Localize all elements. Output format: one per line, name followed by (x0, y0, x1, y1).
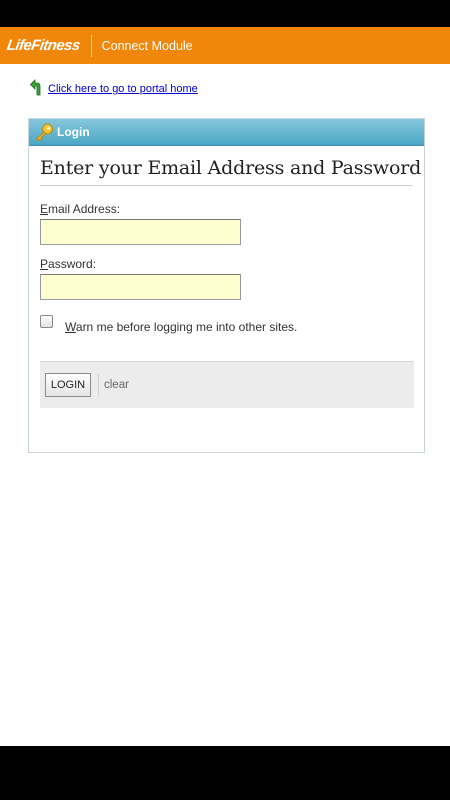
password-field[interactable] (40, 274, 241, 300)
back-arrow-icon (30, 79, 41, 96)
portal-link-row: Click here to go to portal home (30, 78, 198, 96)
button-bar: LOGIN clear (40, 361, 414, 408)
warn-checkbox[interactable] (40, 315, 53, 328)
heading-divider (40, 185, 413, 186)
email-label: Email Address: (40, 202, 120, 216)
login-button[interactable]: LOGIN (45, 373, 91, 397)
status-bar (0, 0, 450, 27)
button-separator (98, 374, 99, 396)
form-heading: Enter your Email Address and Password (40, 157, 422, 179)
password-label-accesskey: P (40, 257, 49, 271)
password-label-text: assword: (48, 257, 97, 271)
key-icon (35, 123, 53, 141)
brand-logo: LifeFitness (5, 37, 81, 54)
warn-checkbox-label: Warn me before logging me into other sit… (65, 320, 297, 334)
login-panel: Login Enter your Email Address and Passw… (28, 118, 425, 453)
warn-label-text: arn me before logging me into other site… (75, 320, 298, 334)
app-header: LifeFitness Connect Module (0, 27, 450, 64)
portal-home-link[interactable]: Click here to go to portal home (48, 83, 198, 96)
email-field[interactable] (40, 219, 241, 245)
header-divider (90, 34, 92, 57)
clear-button[interactable]: clear (104, 379, 129, 391)
password-label: Password: (40, 257, 96, 271)
email-label-accesskey: E (40, 202, 49, 216)
navigation-bar (0, 746, 450, 800)
panel-title: Login (57, 125, 90, 139)
warn-label-accesskey: W (65, 320, 76, 334)
email-label-text: mail Address: (48, 202, 121, 216)
module-title: Connect Module (101, 38, 193, 53)
panel-header: Login (29, 119, 424, 146)
